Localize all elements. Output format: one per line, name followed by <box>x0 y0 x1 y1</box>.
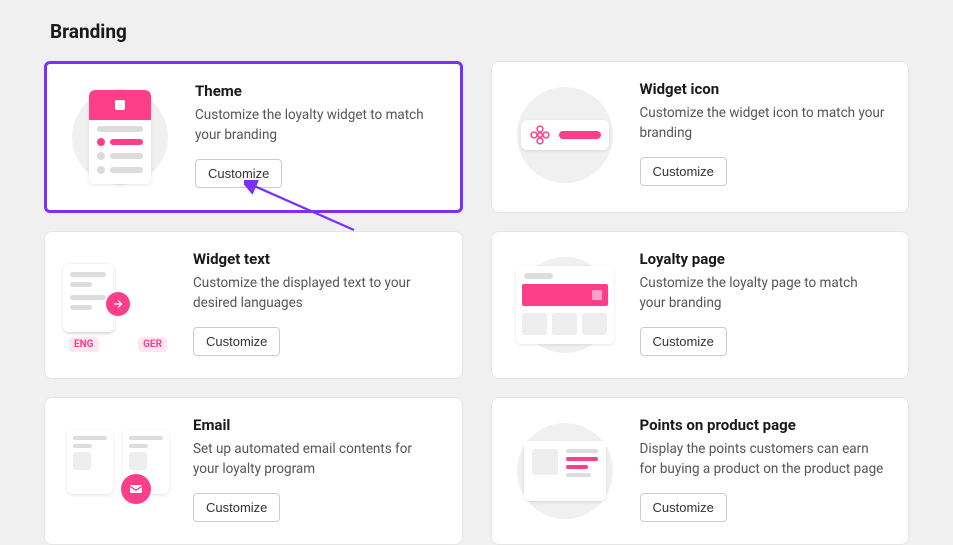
loyalty-page-graphic <box>510 250 620 360</box>
card-widget-icon-desc: Customize the widget icon to match your … <box>640 104 887 143</box>
customize-widget-text-button[interactable]: Customize <box>193 327 280 356</box>
flower-icon <box>529 124 551 146</box>
customize-theme-button[interactable]: Customize <box>195 159 282 188</box>
card-points: Points on product page Display the point… <box>491 397 910 545</box>
points-graphic <box>510 416 620 526</box>
card-points-title: Points on product page <box>640 416 887 434</box>
arrow-right-icon <box>106 292 130 316</box>
card-email-desc: Set up automated email contents for your… <box>193 440 440 479</box>
theme-graphic <box>65 82 175 192</box>
card-loyalty-page-desc: Customize the loyalty page to match your… <box>640 274 887 313</box>
card-loyalty-page-title: Loyalty page <box>640 250 887 268</box>
card-widget-icon-title: Widget icon <box>640 80 887 98</box>
email-graphic <box>63 416 173 526</box>
card-widget-text-desc: Customize the displayed text to your des… <box>193 274 440 313</box>
card-email: Email Set up automated email contents fo… <box>44 397 463 545</box>
card-widget-text-title: Widget text <box>193 250 440 268</box>
card-theme: Theme Customize the loyalty widget to ma… <box>44 61 463 213</box>
card-email-title: Email <box>193 416 440 434</box>
branding-cards-grid: Theme Customize the loyalty widget to ma… <box>0 61 953 545</box>
card-widget-icon: Widget icon Customize the widget icon to… <box>491 61 910 213</box>
widget-icon-graphic <box>510 80 620 190</box>
card-loyalty-page: Loyalty page Customize the loyalty page … <box>491 231 910 379</box>
customize-loyalty-page-button[interactable]: Customize <box>640 327 727 356</box>
card-theme-desc: Customize the loyalty widget to match yo… <box>195 106 438 145</box>
lang-tag-right: GER <box>138 337 167 352</box>
widget-text-graphic: ENG GER <box>63 250 173 360</box>
card-widget-text: ENG GER Widget text Customize the displa… <box>44 231 463 379</box>
card-points-desc: Display the points customers can earn fo… <box>640 440 887 479</box>
page-title: Branding <box>0 0 953 61</box>
card-theme-title: Theme <box>195 82 438 100</box>
lang-tag-left: ENG <box>69 337 99 352</box>
customize-widget-icon-button[interactable]: Customize <box>640 157 727 186</box>
mail-icon <box>121 474 151 504</box>
